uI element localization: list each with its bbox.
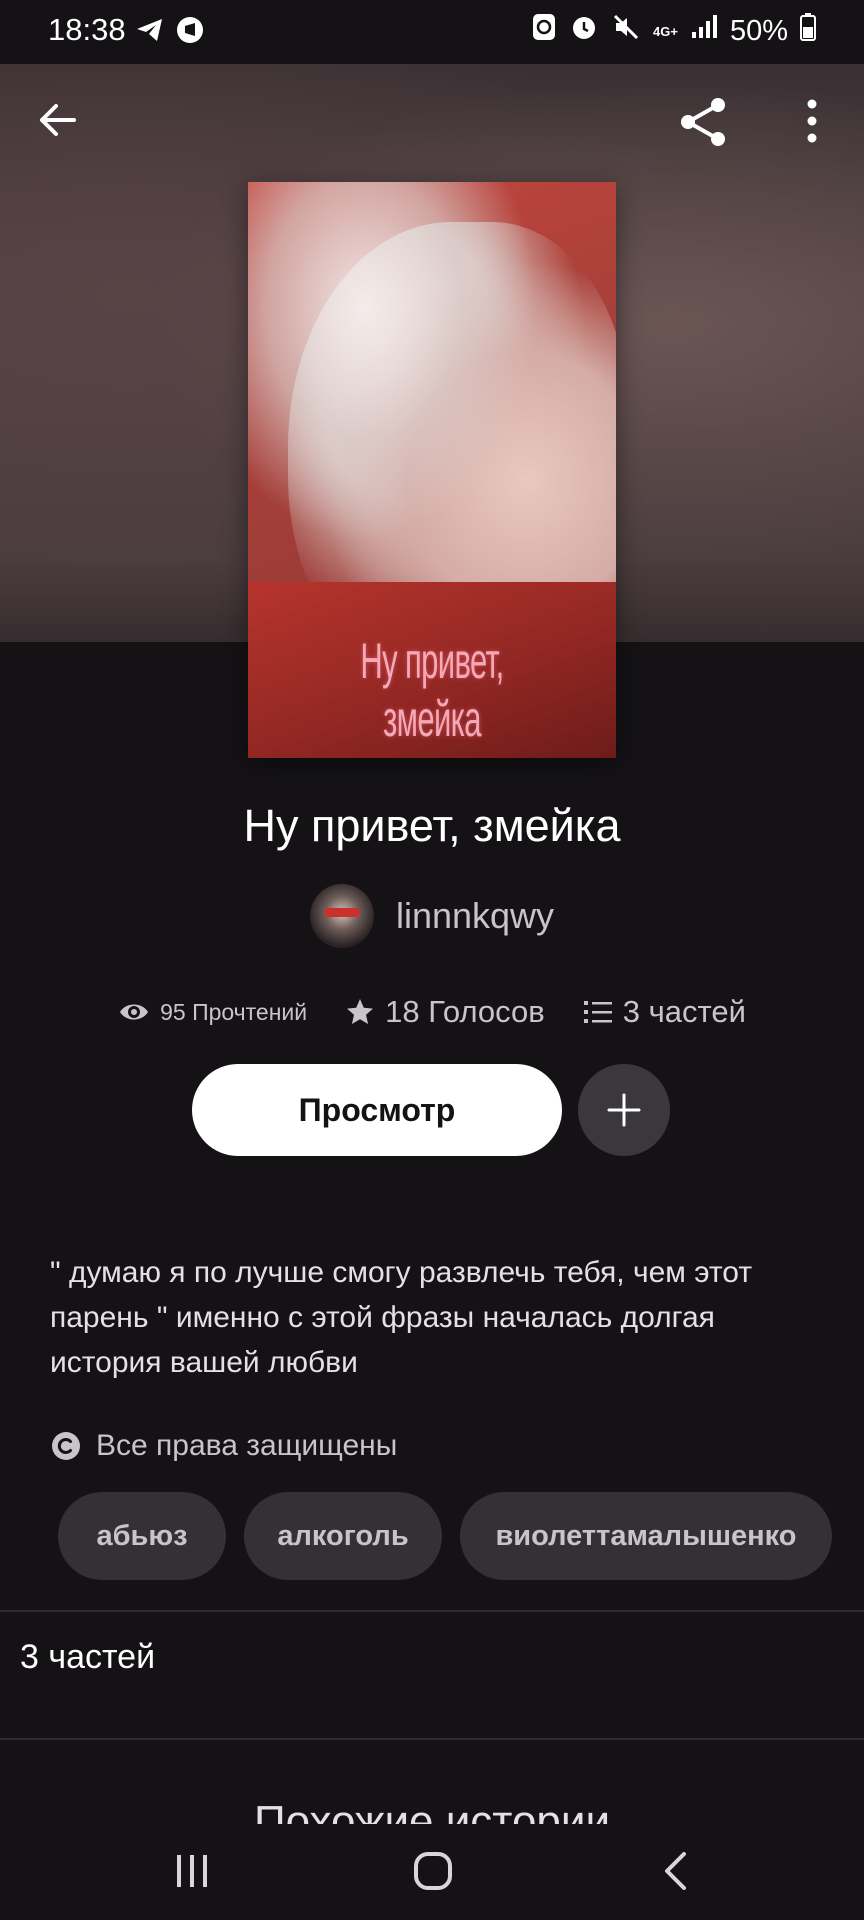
more-options-button[interactable] [796,96,828,146]
battery-icon [800,13,816,49]
status-time: 18:38 [48,12,126,47]
parts-section-label[interactable]: 3 частей [20,1638,155,1677]
home-button[interactable] [412,1850,454,1892]
eye-icon [120,1004,149,1020]
recent-apps-button[interactable] [174,1852,210,1890]
chevron-left-icon [665,1852,686,1890]
telegram-icon [134,14,166,51]
network-type: 4G+ [653,23,678,39]
copyright-text: Все права защищены [96,1429,398,1462]
votes-stat: 18 Голосов [345,994,545,1030]
author-row[interactable]: linnnkqwy [0,884,864,948]
reads-count: 95 Прочтений [160,998,308,1025]
similar-stories-header: Похожие истории [0,1790,864,1824]
more-vertical-icon [807,99,817,143]
system-back-button[interactable] [660,1850,690,1892]
plus-icon [607,1093,641,1127]
cover-hair [248,182,538,542]
status-bar: 18:38 4G+ 50% [0,0,864,64]
parts-stat: 3 частей [583,994,746,1030]
votes-count: 18 Голосов [385,994,545,1029]
story-title: Ну привет, змейка [243,800,621,851]
recycle-icon [531,12,557,50]
notification-app-icon [174,14,206,51]
similar-stories-title: Похожие истории [253,1797,611,1824]
signal-icon [690,14,718,48]
read-button[interactable]: Просмотр [192,1064,562,1156]
cover-title: Ну привет, змейка [360,633,504,747]
tag-chip[interactable]: абьюз [58,1492,226,1580]
author-avatar[interactable] [309,884,374,948]
parts-count: 3 частей [622,994,746,1029]
tag-chip[interactable]: алкоголь [244,1492,442,1580]
divider [0,1738,864,1740]
battery-level: 50% [729,14,788,47]
story-description: " думаю я по лучше смогу развлечь тебя, … [50,1256,753,1379]
mute-icon [611,12,641,50]
divider [0,1610,864,1612]
author-name[interactable]: linnnkqwy [396,895,554,937]
system-nav-bar [0,1824,864,1920]
tag-list: абьюз алкоголь виолеттамалышенко [58,1492,832,1582]
star-icon [347,999,374,1024]
copyright-row: Все права защищены [50,1424,397,1468]
share-button[interactable] [676,94,732,150]
list-icon [583,1001,612,1023]
story-stats: 95 Прочтений 18 Голосов 3 частей [0,988,864,1036]
tag-chip[interactable]: виолеттамалышенко [460,1492,832,1580]
arrow-left-icon [40,104,76,136]
back-button[interactable] [34,96,82,144]
status-right: 4G+ 50% [531,12,816,50]
alarm-icon [569,12,599,50]
share-icon [681,98,725,146]
recent-apps-icon [177,1855,207,1887]
add-to-library-button[interactable] [578,1064,670,1156]
reads-stat: 95 Прочтений [118,999,307,1026]
copyright-icon [52,1432,80,1460]
home-icon [414,1852,452,1890]
